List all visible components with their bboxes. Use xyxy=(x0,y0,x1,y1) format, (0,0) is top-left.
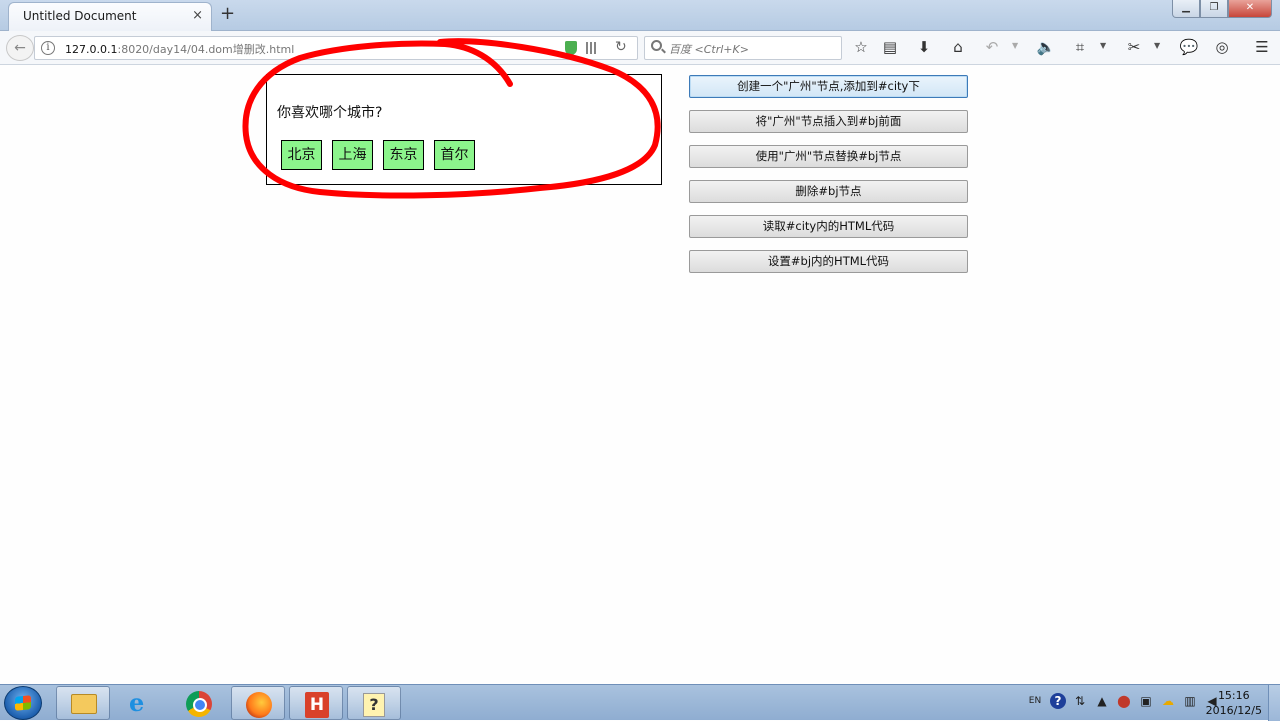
taskbar-help[interactable]: ? xyxy=(347,686,401,720)
hbuilder-icon: H xyxy=(305,692,329,718)
taskbar-hbuilder[interactable]: H xyxy=(289,686,343,720)
bookmark-star-icon[interactable]: ☆ xyxy=(851,38,871,56)
tab-title: Untitled Document xyxy=(23,9,137,23)
address-bar[interactable]: i 127.0.0.1:8020/day14/04.dom增删改.html ↻ xyxy=(34,36,638,60)
system-clock[interactable]: 15:16 2016/12/5 xyxy=(1206,688,1262,718)
back-button[interactable]: ← xyxy=(6,35,34,61)
internet-explorer-icon: e xyxy=(129,688,145,717)
remove-bj-button[interactable]: 删除#bj节点 xyxy=(689,180,968,203)
taskbar-chrome[interactable] xyxy=(172,686,226,720)
clock-date: 2016/12/5 xyxy=(1205,704,1262,717)
windows-logo-icon xyxy=(15,695,31,711)
help-circle-icon[interactable]: ? xyxy=(1050,693,1066,709)
input-options-icon[interactable]: ⇅ xyxy=(1072,693,1088,709)
chrome-icon xyxy=(186,691,212,717)
search-icon xyxy=(651,40,662,51)
chat-bubble-icon[interactable]: 💬 xyxy=(1179,38,1199,56)
url-path: :8020/day14/04.dom增删改.html xyxy=(117,43,295,56)
screenshot-crop-icon[interactable]: ⌗ xyxy=(1070,38,1090,56)
taskbar-firefox[interactable] xyxy=(231,686,285,720)
action-button-column: 创建一个"广州"节点,添加到#city下 将"广州"节点插入到#bj前面 使用"… xyxy=(689,75,969,285)
qr-code-icon[interactable] xyxy=(586,42,598,54)
help-document-icon: ? xyxy=(363,693,385,717)
show-hidden-icons-icon[interactable]: ▲ xyxy=(1094,693,1110,709)
home-icon[interactable]: ⌂ xyxy=(948,38,968,56)
speaker-icon[interactable]: 🔈 xyxy=(1036,38,1056,56)
city-item-se: 首尔 xyxy=(434,140,475,170)
extension-icon[interactable]: ✂ xyxy=(1124,38,1144,56)
site-info-icon[interactable]: i xyxy=(41,41,55,55)
city-item-dj: 东京 xyxy=(383,140,424,170)
undo-icon[interactable]: ↶ xyxy=(982,38,1002,56)
globe-sync-icon[interactable]: ◎ xyxy=(1212,38,1232,56)
city-item-sh: 上海 xyxy=(332,140,373,170)
question-text: 你喜欢哪个城市? xyxy=(277,105,383,121)
set-bj-html-button[interactable]: 设置#bj内的HTML代码 xyxy=(689,250,968,273)
download-icon[interactable]: ⬇ xyxy=(914,38,934,56)
show-desktop-button[interactable] xyxy=(1268,685,1280,721)
device-icon[interactable]: ▣ xyxy=(1138,693,1154,709)
url-host: 127.0.0.1 xyxy=(65,43,118,56)
city-container: 你喜欢哪个城市? 北京 上海 东京 首尔 xyxy=(266,74,662,185)
replace-bj-with-gz-button[interactable]: 使用"广州"节点替换#bj节点 xyxy=(689,145,968,168)
shield-icon[interactable] xyxy=(565,41,577,55)
city-item-bj: 北京 xyxy=(281,140,322,170)
window-controls: ▁ ❐ ✕ xyxy=(1172,0,1272,18)
windows-taskbar: e H ? EN ? ⇅ ▲ ⬤ ▣ ☁ ▥ ◀ 15:16 2016/12/5 xyxy=(0,684,1280,721)
reload-icon[interactable]: ↻ xyxy=(615,39,627,55)
search-bar[interactable]: 百度 <Ctrl+K> xyxy=(644,36,842,60)
taskbar-internet-explorer[interactable]: e xyxy=(115,686,169,720)
security-app-icon[interactable]: ⬤ xyxy=(1116,693,1132,709)
extension-dropdown-icon[interactable]: ▼ xyxy=(1154,41,1160,50)
navigation-toolbar: ← i 127.0.0.1:8020/day14/04.dom增删改.html … xyxy=(0,31,1280,65)
weather-icon[interactable]: ☁ xyxy=(1160,693,1176,709)
start-button[interactable] xyxy=(4,686,42,720)
create-gz-append-button[interactable]: 创建一个"广州"节点,添加到#city下 xyxy=(689,75,968,98)
url-text[interactable]: 127.0.0.1:8020/day14/04.dom增删改.html xyxy=(65,41,294,57)
clock-time: 15:16 xyxy=(1217,689,1250,702)
read-city-html-button[interactable]: 读取#city内的HTML代码 xyxy=(689,215,968,238)
taskbar-file-explorer[interactable] xyxy=(56,686,110,720)
language-indicator[interactable]: EN xyxy=(1026,693,1044,709)
tab-strip: Untitled Document × + ▁ ❐ ✕ xyxy=(0,0,1280,31)
new-tab-button[interactable]: + xyxy=(220,4,235,24)
screenshot-dropdown-icon[interactable]: ▼ xyxy=(1100,41,1106,50)
browser-tab[interactable]: Untitled Document × xyxy=(8,2,212,31)
system-tray: EN ? ⇅ ▲ ⬤ ▣ ☁ ▥ ◀ xyxy=(1026,693,1220,709)
folder-icon xyxy=(71,694,97,714)
network-icon[interactable]: ▥ xyxy=(1182,693,1198,709)
undo-dropdown-icon[interactable]: ▼ xyxy=(1012,41,1018,50)
search-placeholder: 百度 <Ctrl+K> xyxy=(669,43,749,56)
minimize-button[interactable]: ▁ xyxy=(1172,0,1200,18)
reading-list-icon[interactable]: ▤ xyxy=(880,38,900,56)
city-list: 北京 上海 东京 首尔 xyxy=(281,140,475,170)
firefox-icon xyxy=(246,692,272,718)
close-tab-icon[interactable]: × xyxy=(192,8,203,23)
restore-button[interactable]: ❐ xyxy=(1200,0,1228,18)
insert-gz-before-bj-button[interactable]: 将"广州"节点插入到#bj前面 xyxy=(689,110,968,133)
close-window-button[interactable]: ✕ xyxy=(1228,0,1272,18)
menu-hamburger-icon[interactable]: ☰ xyxy=(1252,38,1272,56)
